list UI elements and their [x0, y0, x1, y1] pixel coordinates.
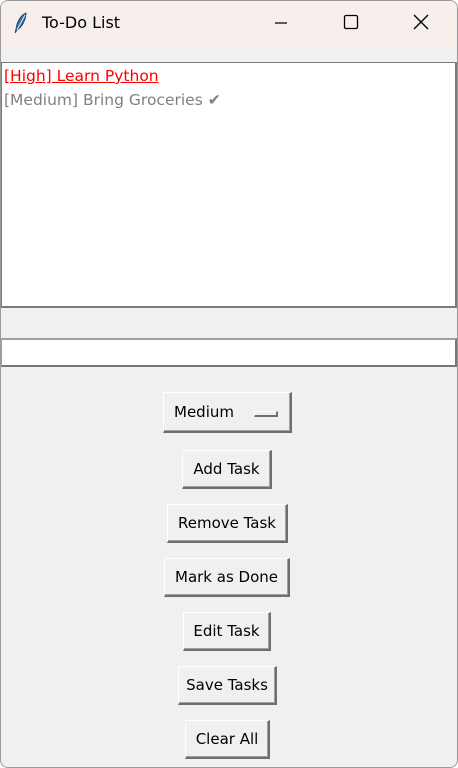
task-text: [Medium] Bring Groceries ✔: [4, 91, 221, 109]
remove-task-button[interactable]: Remove Task: [167, 504, 288, 543]
task-listbox[interactable]: [High] Learn Python [Medium] Bring Groce…: [1, 62, 457, 308]
maximize-button[interactable]: [316, 1, 386, 47]
priority-dropdown[interactable]: Medium: [163, 392, 292, 433]
task-text: [High] Learn Python: [4, 67, 159, 85]
window-title: To-Do List: [42, 13, 121, 32]
edit-task-button[interactable]: Edit Task: [183, 612, 271, 651]
priority-selected: Medium: [174, 403, 234, 421]
clear-all-button[interactable]: Clear All: [185, 720, 270, 759]
close-button[interactable]: [386, 1, 456, 47]
minimize-icon: [274, 15, 288, 34]
dropdown-indicator-icon: [254, 411, 278, 417]
add-task-button[interactable]: Add Task: [182, 450, 272, 489]
list-item[interactable]: [Medium] Bring Groceries ✔: [4, 91, 221, 109]
minimize-button[interactable]: [246, 1, 316, 47]
close-icon: [413, 14, 429, 34]
title-bar[interactable]: To-Do List: [1, 1, 457, 47]
mark-done-button[interactable]: Mark as Done: [164, 558, 290, 597]
save-tasks-button[interactable]: Save Tasks: [178, 666, 277, 705]
task-entry[interactable]: [1, 338, 457, 367]
app-window: To-Do List [High] Learn Python [Medium] …: [0, 0, 458, 768]
maximize-icon: [343, 14, 359, 34]
feather-icon: [13, 12, 29, 34]
list-item[interactable]: [High] Learn Python: [4, 67, 159, 85]
